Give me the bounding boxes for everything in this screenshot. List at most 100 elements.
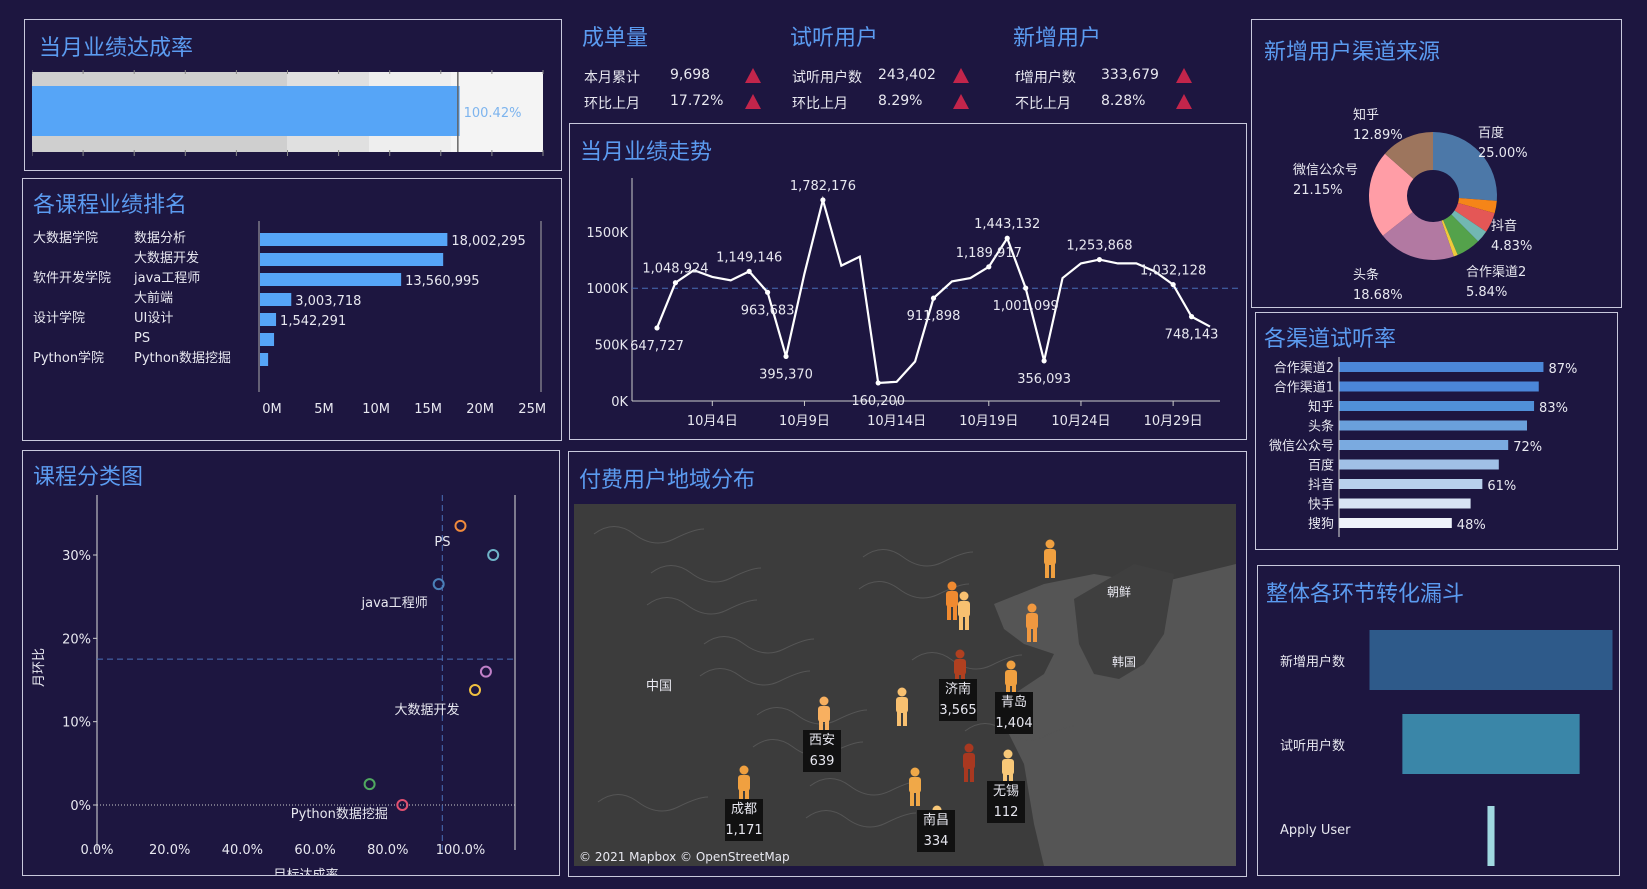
region-map[interactable]: 中国 朝鲜韩国济南 3,565 青岛 1,404 西安 639 无锡 112 成都 1,171 南昌 3…: [574, 504, 1236, 866]
course-rank-x-tick: 20M: [466, 402, 494, 417]
course-rank-x-tick: 15M: [414, 402, 442, 417]
person-leg-left: [964, 768, 968, 782]
achievement-panel: 当月业绩达成率 100.42%: [24, 19, 562, 171]
funnel-bar: [1402, 714, 1580, 774]
pie-slice: [1433, 132, 1497, 201]
trial-value-label: 87%: [1548, 362, 1577, 377]
trend-y-tick: 1000K: [586, 282, 628, 297]
trend-data-label: 911,898: [907, 309, 961, 324]
scatter-y-tick: 20%: [62, 632, 91, 647]
map-south-korea-label: 韩国: [1112, 654, 1136, 669]
person-body: [1005, 670, 1017, 686]
channel-source-pie: 百度 25.00% 抖音 4.83% 合作渠道2 5.84% 头条 18.68% 微信公众号 21…: [1293, 107, 1532, 303]
funnel-stage-label: 试听用户数: [1280, 738, 1345, 754]
kpi-row-value: 243,402: [878, 67, 936, 83]
person-head: [819, 696, 829, 706]
person-head: [1006, 660, 1016, 670]
course-rank-title: 各课程业绩排名: [33, 193, 188, 218]
course-category-label: UI设计: [134, 311, 173, 326]
scatter-point: [487, 549, 500, 561]
map-count-label: 3,565: [939, 703, 976, 718]
trial-category-label: 头条: [1308, 419, 1334, 435]
person-head: [739, 765, 749, 775]
course-category-label: 数据分析: [134, 231, 186, 246]
person-leg-right: [1051, 564, 1055, 578]
map-country-label: 中国: [646, 679, 672, 694]
course-group-label: 设计学院: [33, 310, 85, 326]
trial-rate-chart: 合作渠道2 87% 合作渠道1 知乎 83% 头条微信公众号 72% 百度抖音 61% 快手搜狗 4…: [1269, 357, 1577, 537]
trend-line: [655, 195, 1211, 385]
kpi-row-label: 环比上月: [584, 96, 640, 112]
funnel-panel: 整体各环节转化漏斗 新增用户数 试听用户数 Apply User: [1257, 565, 1620, 876]
person-body: [946, 591, 958, 607]
scatter-x-tick: 20.0%: [149, 843, 190, 858]
trend-point: [820, 197, 826, 203]
trend-data-label: 1,032,128: [1140, 264, 1206, 279]
pie-slice-label: 抖音: [1491, 218, 1517, 234]
trend-y-tick: 0K: [611, 395, 628, 410]
person-leg-left: [1027, 628, 1031, 642]
kpi-row-label: 环比上月: [792, 96, 848, 112]
course-group-label: 软件开发学院: [33, 270, 111, 286]
funnel-stage-label: 新增用户数: [1280, 654, 1345, 670]
map-count-label: 112: [994, 805, 1019, 820]
up-triangle-icon: [1176, 68, 1192, 83]
trial-value-label: 48%: [1457, 518, 1486, 533]
map-attribution: © 2021 Mapbox © OpenStreetMap: [579, 850, 790, 864]
course-rank-chart: 大数据学院 数据分析 18,002,295 大数据开发软件开发学院 java工程师 13,…: [33, 221, 546, 417]
course-class-panel: 课程分类图 0% 10% 20% 30% 0.0% 20.0% 40.0% 60.0% 80.0…: [22, 450, 560, 876]
trend-data-label: 1,048,924: [642, 262, 708, 277]
person-leg-left: [910, 792, 914, 806]
course-value-label: 3,003,718: [295, 294, 361, 309]
trend-y-tick: 500K: [595, 339, 629, 354]
trend-data-label: 395,370: [759, 367, 813, 382]
kpi-row-value: 333,679: [1101, 67, 1159, 83]
map-city-label: 无锡: [993, 784, 1019, 799]
trend-x-tick: 10月29日: [1144, 414, 1203, 429]
trial-bar: [1339, 420, 1527, 431]
course-value-label: 1,542,291: [280, 314, 346, 329]
scatter-y-tick: 10%: [62, 716, 91, 731]
course-class-scatter: 0% 10% 20% 30% 0.0% 20.0% 40.0% 60.0% 80.0% 100.0…: [32, 495, 516, 875]
scatter-x-tick: 80.0%: [367, 843, 408, 858]
trend-x-tick: 10月4日: [687, 414, 738, 429]
trend-point: [672, 280, 679, 286]
trend-point: [930, 295, 937, 301]
up-triangle-icon: [745, 68, 761, 83]
achievement-bullet-chart: 100.42%: [32, 70, 544, 156]
trial-bar: [1339, 479, 1483, 489]
trend-y-tick: 1500K: [586, 226, 628, 241]
trial-category-label: 微信公众号: [1269, 439, 1334, 454]
up-triangle-icon: [745, 94, 761, 109]
trial-bar: [1339, 381, 1539, 392]
course-group-label: Python学院: [33, 350, 104, 366]
channel-source-title: 新增用户渠道来源: [1264, 40, 1441, 65]
trial-value-label: 83%: [1539, 401, 1568, 416]
region-panel: 付费用户地域分布 中国 朝鲜 韩国 济南 3,565 青岛 1,404 西安 639 无锡 112 成…: [568, 451, 1247, 877]
trial-rate-title: 各渠道试听率: [1264, 327, 1397, 352]
trend-data-label: 1,149,146: [716, 250, 782, 265]
scatter-x-tick: 0.0%: [80, 843, 113, 858]
course-category-label: Python数据挖掘: [134, 351, 231, 366]
person-head: [1045, 539, 1055, 549]
pie-slice-value: 4.83%: [1491, 239, 1532, 254]
course-bar: [260, 293, 292, 306]
trend-point: [746, 268, 752, 275]
course-bar: [260, 333, 275, 346]
course-rank-x-tick: 0M: [262, 402, 282, 417]
map-city-label: 青岛: [1001, 694, 1027, 710]
trend-point: [765, 289, 771, 295]
kpi-row-label: f增用户数: [1015, 70, 1076, 86]
trend-point: [875, 380, 881, 386]
achievement-bar: [32, 86, 460, 136]
person-leg-left: [959, 616, 963, 630]
trend-data-label: 1,782,176: [790, 179, 856, 194]
scatter-y-tick: 0%: [70, 799, 91, 814]
trial-bar: [1339, 401, 1535, 411]
scatter-point-label: Python数据挖掘: [291, 807, 388, 822]
person-leg-right: [916, 792, 920, 806]
pie-slice-label: 合作渠道2: [1466, 265, 1526, 280]
course-value-label: 13,560,995: [405, 274, 479, 289]
map-city-label: 南昌: [923, 812, 949, 828]
map-city-label: 成都: [731, 802, 757, 817]
